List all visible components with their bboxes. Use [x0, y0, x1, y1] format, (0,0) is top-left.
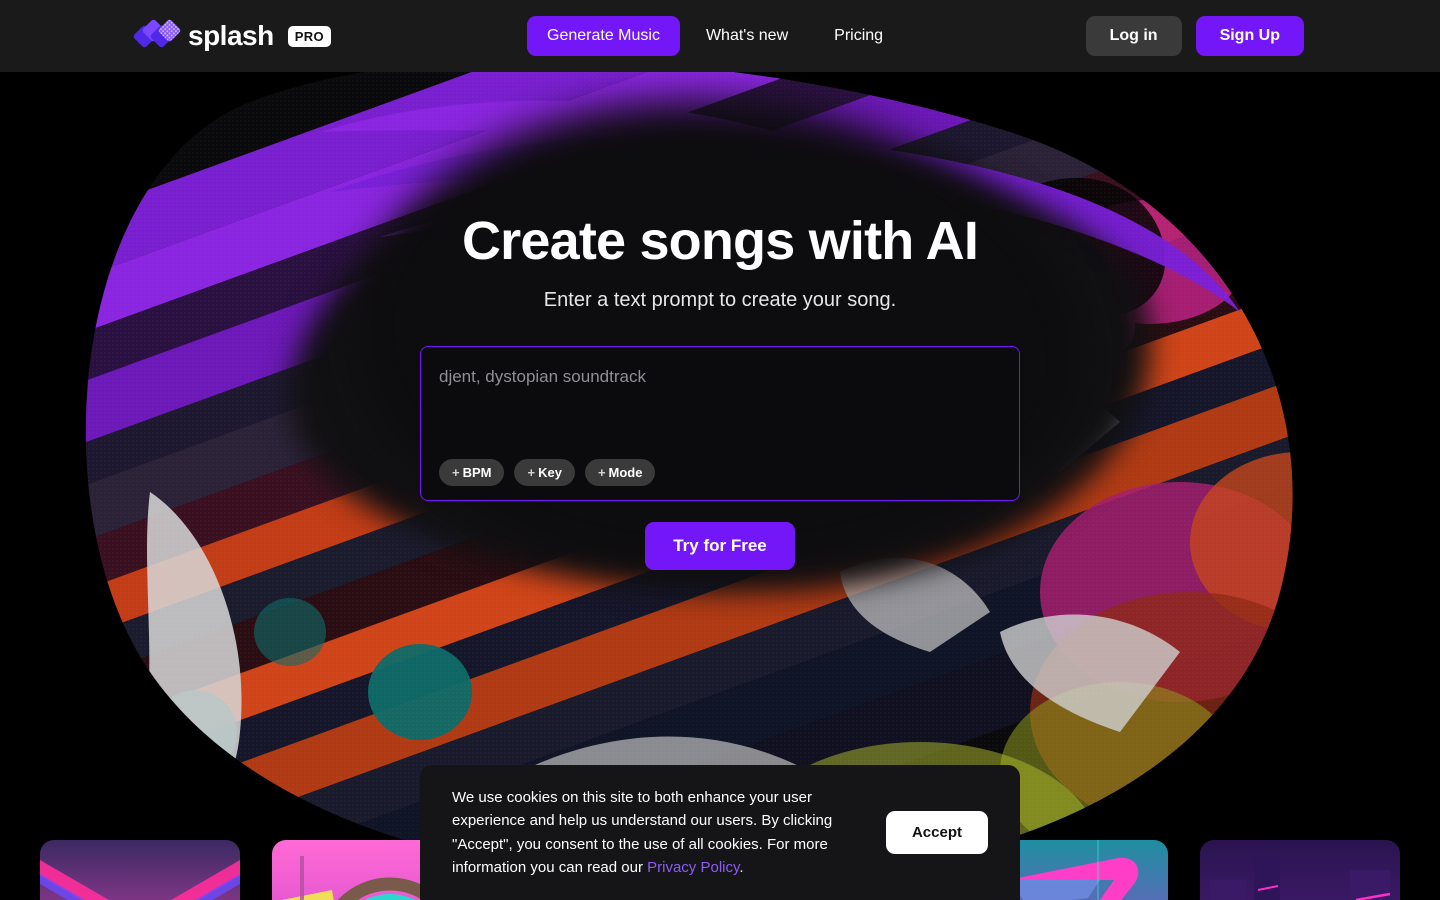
main-nav: Generate Music What's new Pricing	[527, 16, 903, 56]
nav-item-whats-new[interactable]: What's new	[686, 16, 808, 56]
page-title: Create songs with AI	[461, 211, 979, 271]
try-for-free-button[interactable]: Try for Free	[645, 522, 795, 571]
prompt-placeholder-text: djent, dystopian soundtrack	[439, 367, 646, 387]
cookie-period: .	[739, 859, 744, 876]
accept-cookies-button[interactable]: Accept	[885, 811, 988, 854]
plus-icon: +	[597, 465, 606, 481]
hero-subtitle: Enter a text prompt to create your song.	[543, 289, 897, 312]
prompt-input-box[interactable]: djent, dystopian soundtrack + BPM + Key + M…	[420, 346, 1020, 502]
add-mode-chip[interactable]: + Mode	[584, 459, 656, 487]
privacy-policy-link[interactable]: Privacy Policy	[647, 859, 739, 876]
cta-container: Try for Free	[0, 522, 1440, 571]
card-artwork	[40, 840, 240, 900]
log-in-button[interactable]: Log in	[1085, 16, 1182, 56]
mode-chip-label: Mode	[608, 465, 643, 481]
cookie-consent-text: We use cookies on this site to both enha…	[452, 786, 884, 880]
cookie-consent-banner: We use cookies on this site to both enha…	[420, 765, 1020, 900]
page-root: splash PRO Generate Music What's new Pri…	[0, 0, 1440, 900]
nav-item-pricing[interactable]: Pricing	[814, 16, 903, 56]
bpm-chip-label: BPM	[462, 465, 492, 481]
plus-icon: +	[452, 465, 460, 481]
prompt-card-cyber-street[interactable]	[1200, 840, 1400, 900]
prompt-modifier-chips: + BPM + Key + Mode	[439, 459, 656, 487]
nav-item-generate-music[interactable]: Generate Music	[527, 16, 680, 56]
prompt-card-neon-skyline[interactable]	[40, 840, 240, 900]
card-artwork	[1200, 840, 1400, 900]
logo-pro-badge: PRO	[287, 25, 332, 47]
add-bpm-chip[interactable]: + BPM	[439, 459, 505, 487]
key-chip-label: Key	[538, 465, 562, 481]
plus-icon: +	[527, 465, 536, 481]
auth-actions: Log in Sign Up	[1085, 16, 1304, 56]
site-header: splash PRO Generate Music What's new Pri…	[0, 0, 1440, 72]
logo-wordmark: splash	[188, 20, 274, 51]
hero-section: Create songs with AI Enter a text prompt…	[0, 72, 1440, 571]
logo[interactable]: splash PRO	[132, 18, 332, 52]
add-key-chip[interactable]: + Key	[514, 459, 575, 487]
splash-diamonds-logo-icon	[132, 18, 182, 49]
sign-up-button[interactable]: Sign Up	[1195, 16, 1304, 56]
